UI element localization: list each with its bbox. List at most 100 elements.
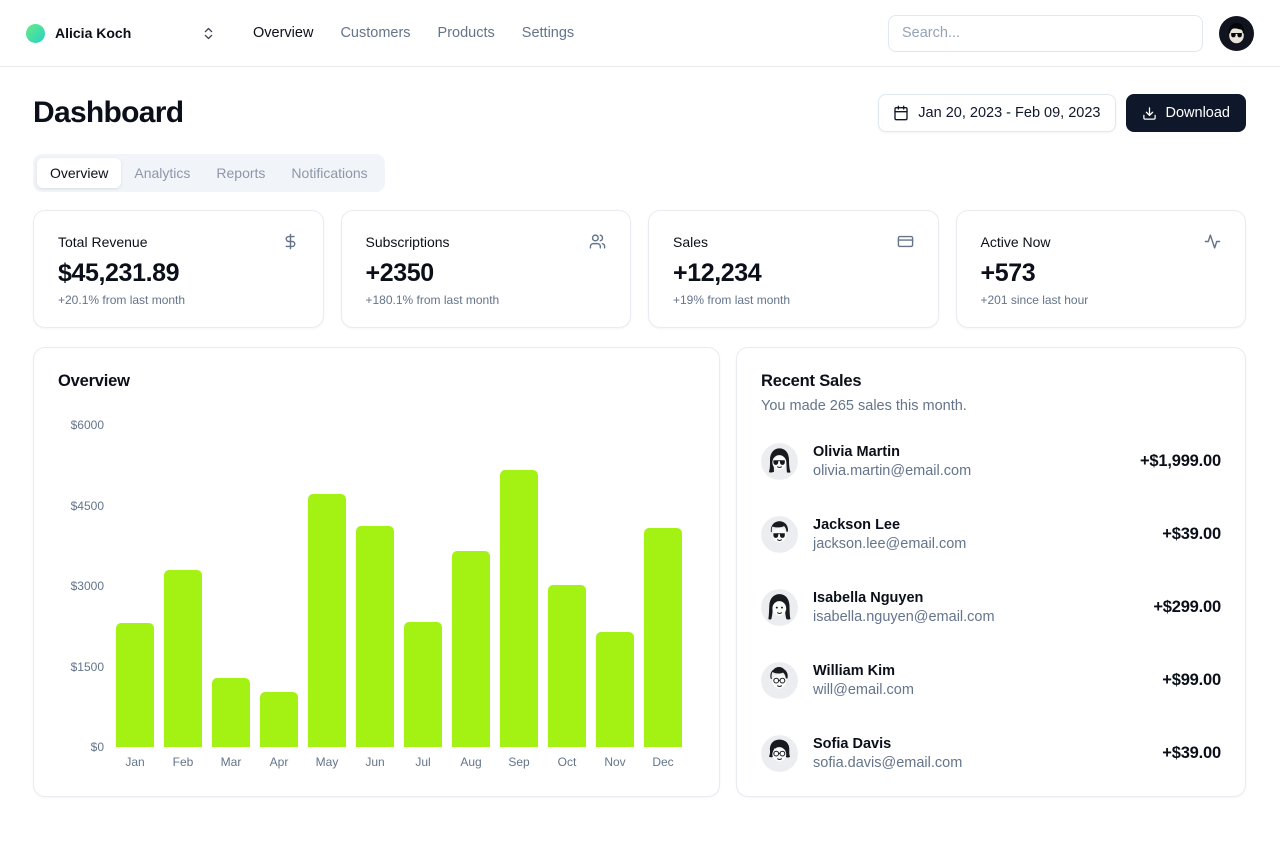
x-tick-label: Aug bbox=[460, 755, 482, 769]
olivia-martin-avatar-icon bbox=[761, 443, 798, 480]
william-kim-avatar-icon bbox=[761, 662, 798, 699]
chart-bar-slot bbox=[591, 425, 639, 747]
chart-bar-slot bbox=[543, 425, 591, 747]
stat-label: Active Now bbox=[980, 233, 1051, 250]
sale-row: Jackson Lee jackson.lee@email.com +$39.0… bbox=[761, 516, 1221, 553]
dashboard-page: Dashboard Jan 20, 2023 - Feb 09, 2023 Do… bbox=[0, 67, 1280, 833]
chart-bar-slot bbox=[255, 425, 303, 747]
customer-name: Jackson Lee bbox=[813, 517, 901, 533]
x-tick-label: Jan bbox=[125, 755, 145, 769]
stat-card: Subscriptions +2350 +180.1% from last mo… bbox=[340, 210, 631, 328]
download-icon bbox=[1142, 106, 1156, 120]
x-tick-label: Feb bbox=[172, 755, 194, 769]
customer-email: isabella.nguyen@email.com bbox=[813, 609, 995, 625]
x-tick-label: Jun bbox=[365, 755, 385, 769]
customer-email: sofia.davis@email.com bbox=[813, 755, 963, 771]
y-tick-label: $1500 bbox=[70, 659, 104, 674]
customer-email: jackson.lee@email.com bbox=[813, 536, 967, 552]
search-input[interactable] bbox=[888, 14, 1203, 52]
dollar-sign-icon bbox=[282, 233, 299, 250]
sale-amount: +$1,999.00 bbox=[1139, 452, 1221, 470]
stat-value: $45,231.89 bbox=[58, 259, 180, 287]
chart-bar-mar bbox=[212, 677, 250, 747]
stat-note: +180.1% from last month bbox=[365, 293, 500, 307]
chart-bar-slot bbox=[351, 425, 399, 747]
stat-note: +201 since last hour bbox=[980, 293, 1089, 307]
stat-label: Sales bbox=[673, 233, 709, 250]
page-title: Dashboard bbox=[33, 96, 184, 129]
chart-bar-sep bbox=[500, 470, 538, 747]
chart-bar-feb bbox=[164, 569, 202, 747]
chart-bar-slot bbox=[207, 425, 255, 747]
stat-note: +19% from last month bbox=[673, 293, 791, 307]
chart-bar-dec bbox=[644, 528, 682, 747]
sofia-davis-avatar-icon bbox=[761, 735, 798, 772]
search-container bbox=[888, 14, 1203, 52]
date-range-picker[interactable]: Jan 20, 2023 - Feb 09, 2023 bbox=[878, 94, 1116, 132]
x-tick-label: Jul bbox=[415, 755, 431, 769]
sale-amount: +$299.00 bbox=[1153, 598, 1221, 616]
stat-card: Sales +12,234 +19% from last month bbox=[648, 210, 939, 328]
user-menu-button[interactable] bbox=[1219, 15, 1254, 51]
y-tick-label: $4500 bbox=[70, 498, 104, 513]
tab-reports[interactable]: Reports bbox=[203, 158, 278, 188]
x-tick-label: Mar bbox=[220, 755, 242, 769]
sale-row: Sofia Davis sofia.davis@email.com +$39.0… bbox=[761, 735, 1221, 772]
nav-link-settings[interactable]: Settings bbox=[522, 25, 574, 41]
x-tick-label: Oct bbox=[557, 755, 577, 769]
nav-link-products[interactable]: Products bbox=[438, 25, 495, 41]
x-tick-label: May bbox=[315, 755, 339, 769]
credit-card-icon bbox=[897, 233, 914, 250]
y-tick-label: $6000 bbox=[70, 418, 104, 432]
chart-bar-aug bbox=[452, 551, 490, 747]
chart-bar-slot bbox=[495, 425, 543, 747]
stat-note: +20.1% from last month bbox=[58, 293, 186, 307]
customer-name: Olivia Martin bbox=[813, 444, 901, 460]
download-button[interactable]: Download bbox=[1125, 94, 1246, 132]
jackson-lee-avatar-icon bbox=[761, 516, 798, 553]
top-nav-bar: Alicia Koch Overview Customers Products Set… bbox=[0, 0, 1280, 67]
chart-bar-apr bbox=[260, 691, 298, 747]
chart-bar-slot bbox=[111, 425, 159, 747]
tab-analytics[interactable]: Analytics bbox=[121, 158, 203, 188]
team-switcher[interactable]: Alicia Koch bbox=[26, 23, 216, 43]
chart-y-axis: $0 $1500 $3000 $4500 $6000 bbox=[58, 418, 104, 754]
nav-link-overview[interactable]: Overview bbox=[253, 25, 313, 41]
recent-sales-subtitle: You made 265 sales this month. bbox=[761, 398, 967, 414]
tab-notifications[interactable]: Notifications bbox=[278, 158, 380, 188]
chart-bar-slot bbox=[639, 425, 687, 747]
customer-name: Sofia Davis bbox=[813, 736, 892, 752]
chart-bar-slot bbox=[447, 425, 495, 747]
download-label: Download bbox=[1165, 105, 1231, 121]
chart-bar-slot bbox=[399, 425, 447, 747]
chart-bar-jan bbox=[116, 622, 154, 747]
x-tick-label: Nov bbox=[604, 755, 626, 769]
stat-label: Subscriptions bbox=[365, 233, 450, 250]
nav-link-customers[interactable]: Customers bbox=[340, 25, 410, 41]
tabs-bar: Overview Analytics Reports Notifications bbox=[33, 154, 385, 192]
stat-value: +2350 bbox=[365, 259, 435, 287]
chart-x-axis: Jan Feb Mar Apr May Jun Jul Aug Sep Oct Nov Dec bbox=[111, 755, 687, 769]
sale-amount: +$39.00 bbox=[1162, 525, 1221, 543]
chart-title: Overview bbox=[58, 372, 130, 390]
sale-row: Isabella Nguyen isabella.nguyen@email.co… bbox=[761, 589, 1221, 626]
team-avatar bbox=[26, 23, 45, 43]
x-tick-label: Dec bbox=[652, 755, 674, 769]
activity-icon bbox=[1204, 233, 1221, 250]
chart-bar-slot bbox=[303, 425, 351, 747]
sale-row: William Kim will@email.com +$99.00 bbox=[761, 662, 1221, 699]
overview-chart-card: Overview $0 $1500 $3000 $4500 $6000 Jan Feb Ma… bbox=[33, 347, 720, 797]
chart-bar-jun bbox=[356, 525, 394, 747]
tab-overview[interactable]: Overview bbox=[37, 158, 122, 188]
stat-card: Total Revenue $45,231.89 +20.1% from las… bbox=[33, 210, 324, 328]
chart-bar-slot bbox=[159, 425, 207, 747]
stat-value: +12,234 bbox=[673, 259, 762, 287]
chevrons-up-down-icon bbox=[204, 27, 213, 39]
users-icon bbox=[589, 233, 606, 250]
chart-bar-oct bbox=[548, 584, 586, 747]
stat-label: Total Revenue bbox=[58, 233, 148, 250]
stat-card: Active Now +573 +201 since last hour bbox=[955, 210, 1246, 328]
sale-amount: +$39.00 bbox=[1162, 744, 1221, 762]
y-tick-label: $3000 bbox=[70, 579, 104, 593]
sale-amount: +$99.00 bbox=[1162, 671, 1221, 689]
